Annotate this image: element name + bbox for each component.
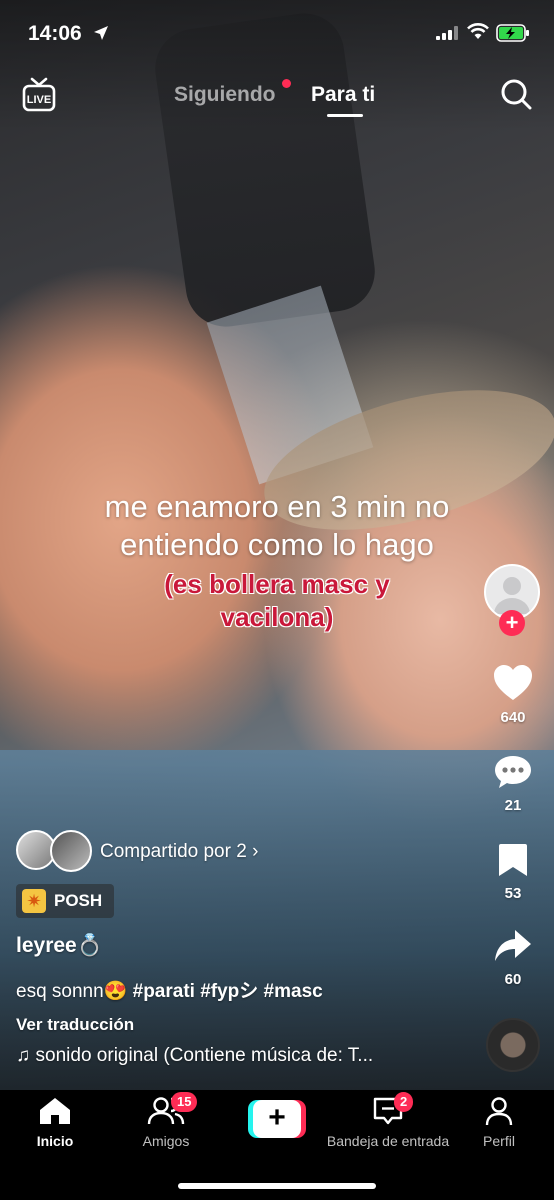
like-button[interactable]: 640 [480,664,546,726]
share-button[interactable]: 60 [480,928,546,988]
save-button[interactable]: 53 [480,842,546,902]
chevron-right-icon: › [252,841,259,862]
comment-count: 21 [504,797,522,814]
tab-para-ti[interactable]: Para ti [311,83,375,107]
create-button[interactable]: + [248,1100,306,1138]
new-content-dot [282,79,291,88]
sparkle-effect-icon: ✷ [22,889,46,913]
inbox-badge: 2 [394,1092,414,1112]
comment-button[interactable]: 21 [480,754,546,814]
amigos-badge: 15 [171,1092,198,1112]
nav-inicio[interactable]: Inicio [0,1096,110,1149]
description-text: esq sonnn😍 [16,981,128,1002]
like-count: 640 [500,709,526,726]
tab-siguiendo[interactable]: Siguiendo [174,83,276,107]
battery-charging-icon [496,24,529,42]
see-translation-link[interactable]: Ver traducción [16,1015,134,1035]
sound-row[interactable]: ♫ sonido original (Contiene música de: T… [16,1045,373,1067]
home-icon [40,1098,70,1124]
share-arrow-icon [495,930,531,961]
heart-icon [494,665,532,700]
sound-label: sonido original (Contiene música de: T..… [35,1045,374,1066]
location-arrow-icon [94,26,108,40]
nav-perfil[interactable]: Perfil [444,1096,554,1149]
wifi-icon [467,23,489,39]
post-description: esq sonnn😍 #parati #fypシ #masc [16,976,323,1003]
effect-badge[interactable]: ✷ POSH [16,884,115,918]
status-bar: 14:06 [0,0,554,66]
video-caption: me enamoro en 3 min no entiendo como lo … [0,488,554,634]
sound-disc[interactable] [486,1018,540,1072]
home-indicator [178,1183,376,1189]
comment-bubble-icon [495,756,531,788]
nav-amigos-label: Amigos [142,1133,190,1149]
nav-bandeja-label: Bandeja de entrada [326,1133,450,1149]
creator-username[interactable]: leyree💍 [16,934,103,958]
bookmark-icon [499,844,527,876]
top-nav: LIVE Siguiendo Para ti [0,72,554,122]
save-count: 53 [504,885,522,902]
profile-icon [485,1097,513,1126]
search-icon[interactable] [500,78,532,110]
shared-by-label: Compartido por 2 › [100,841,259,862]
status-time: 14:06 [28,22,82,45]
caption-sub-text: (es bollera masc y vacilona) [164,569,390,632]
caption-main-text: me enamoro en 3 min no entiendo como lo … [104,489,450,562]
nav-inicio-label: Inicio [36,1133,74,1149]
music-note-icon: ♫ [16,1045,31,1066]
follow-plus-icon[interactable]: + [499,610,525,636]
shared-avatar-2 [50,830,92,872]
share-count: 60 [504,971,522,988]
cellular-signal-icon [436,26,458,40]
active-tab-indicator [327,114,363,117]
nav-perfil-label: Perfil [483,1133,515,1149]
nav-amigos[interactable]: Amigos 15 [111,1092,221,1149]
live-label: LIVE [27,94,51,106]
hashtags[interactable]: #parati #fypシ #masc [133,981,323,1002]
creator-avatar-group[interactable]: + [480,560,546,640]
live-icon[interactable]: LIVE [22,77,56,113]
tiktok-feed-screen: 14:06 LIVE Siguiendo Para ti me enamoro … [0,0,554,1200]
nav-bandeja[interactable]: Bandeja de entrada 2 [322,1092,454,1149]
effect-badge-label: POSH [54,891,103,910]
plus-icon: + [253,1100,301,1138]
